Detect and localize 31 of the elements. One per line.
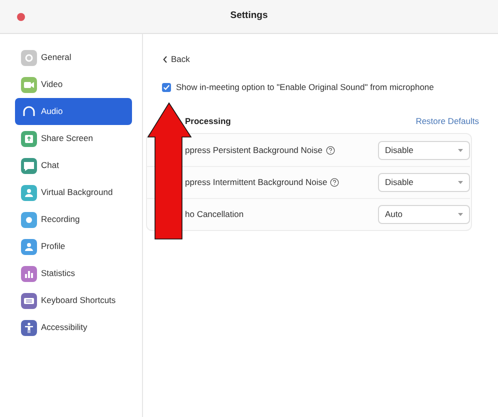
sidebar-item[interactable]: Chat <box>15 152 132 179</box>
sidebar-item[interactable]: Share Screen <box>15 125 132 152</box>
checkbox[interactable] <box>162 82 171 92</box>
dropdown[interactable]: Disable <box>378 140 470 160</box>
check-icon <box>163 84 170 90</box>
setting-label: ho Cancellation <box>185 208 244 221</box>
sidebar-item[interactable]: Profile <box>15 233 132 260</box>
dropdown[interactable]: Auto <box>378 205 470 224</box>
restore-defaults-link[interactable]: Restore Defaults <box>416 114 479 128</box>
caret-icon <box>458 213 463 216</box>
sidebar-item[interactable]: Statistics <box>15 260 132 287</box>
window-title: Settings <box>230 9 268 24</box>
section-title: Processing <box>185 114 231 128</box>
setting-label: ppress Persistent Background Noise <box>185 144 322 156</box>
sidebar-item[interactable]: Audio <box>15 98 132 125</box>
chevron-left-icon <box>163 56 167 62</box>
dropdown[interactable]: Disable <box>378 173 470 192</box>
help-icon[interactable] <box>326 146 334 154</box>
sidebar-item[interactable]: Keyboard Shortcuts <box>15 287 132 314</box>
close-icon[interactable] <box>17 13 25 21</box>
sidebar-item[interactable]: Accessibility <box>15 314 132 341</box>
caret-icon <box>458 181 463 184</box>
sidebar-item[interactable]: Recording <box>15 206 132 233</box>
help-icon[interactable] <box>330 178 340 187</box>
sidebar-item[interactable]: General <box>15 44 132 71</box>
back-link[interactable]: Back <box>163 51 190 67</box>
checkbox-label: Show in-meeting option to "Enable Original Sound" from microphone <box>176 80 434 94</box>
sidebar-item[interactable]: Video <box>15 71 132 98</box>
setting-label: ppress Intermittent Background Noise <box>185 176 328 189</box>
sidebar-item[interactable]: Virtual Background <box>15 179 132 206</box>
caret-icon <box>458 148 463 152</box>
